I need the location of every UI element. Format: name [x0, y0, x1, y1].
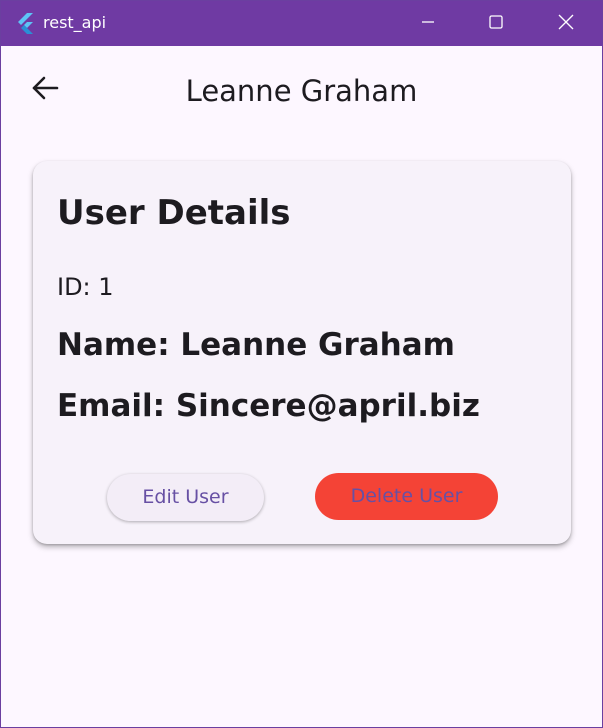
app-window: rest_api Leanne Graham User Details ID: … — [0, 0, 603, 728]
flutter-logo-icon — [15, 12, 37, 34]
delete-user-button[interactable]: Delete User — [315, 473, 498, 520]
user-name-text: Name: Leanne Graham — [57, 327, 455, 363]
edit-user-button[interactable]: Edit User — [107, 474, 264, 521]
title-bar[interactable]: rest_api — [1, 1, 602, 46]
minimize-icon — [420, 14, 436, 34]
app-bar: Leanne Graham — [1, 46, 602, 136]
minimize-button[interactable] — [405, 1, 451, 46]
window-title: rest_api — [43, 13, 107, 32]
close-icon — [558, 14, 574, 34]
user-email-text: Email: Sincere@april.biz — [57, 388, 480, 424]
maximize-button[interactable] — [473, 1, 519, 46]
maximize-icon — [488, 14, 504, 34]
card-heading: User Details — [57, 193, 291, 233]
user-id-text: ID: 1 — [57, 273, 114, 301]
close-button[interactable] — [543, 1, 589, 46]
user-details-card: User Details ID: 1 Name: Leanne Graham E… — [33, 161, 571, 544]
page-title: Leanne Graham — [185, 74, 418, 108]
